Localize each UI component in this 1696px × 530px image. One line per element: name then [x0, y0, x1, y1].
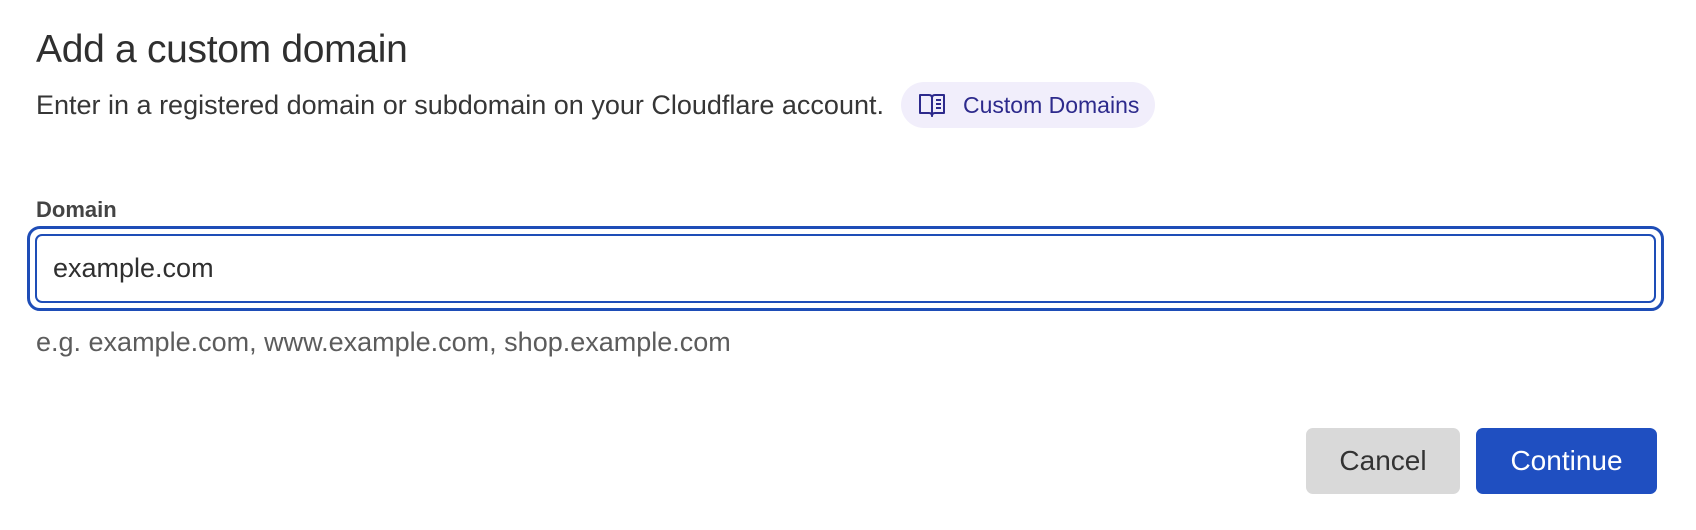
custom-domains-docs-link[interactable]: Custom Domains — [900, 82, 1156, 128]
subtitle-row: Enter in a registered domain or subdomai… — [36, 81, 1156, 129]
add-custom-domain-dialog: Add a custom domain Enter in a registere… — [0, 0, 1696, 530]
continue-button[interactable]: Continue — [1476, 428, 1657, 494]
domain-hint: e.g. example.com, www.example.com, shop.… — [36, 327, 731, 357]
dialog-actions: Cancel Continue — [1306, 428, 1657, 494]
domain-input-focus-ring — [27, 226, 1664, 311]
cancel-button[interactable]: Cancel — [1306, 428, 1460, 494]
domain-input[interactable] — [35, 234, 1656, 303]
dialog-title: Add a custom domain — [36, 28, 408, 71]
book-icon — [917, 91, 947, 119]
dialog-subtitle: Enter in a registered domain or subdomai… — [36, 90, 884, 120]
docs-link-label: Custom Domains — [962, 92, 1140, 118]
domain-label: Domain — [36, 197, 117, 222]
